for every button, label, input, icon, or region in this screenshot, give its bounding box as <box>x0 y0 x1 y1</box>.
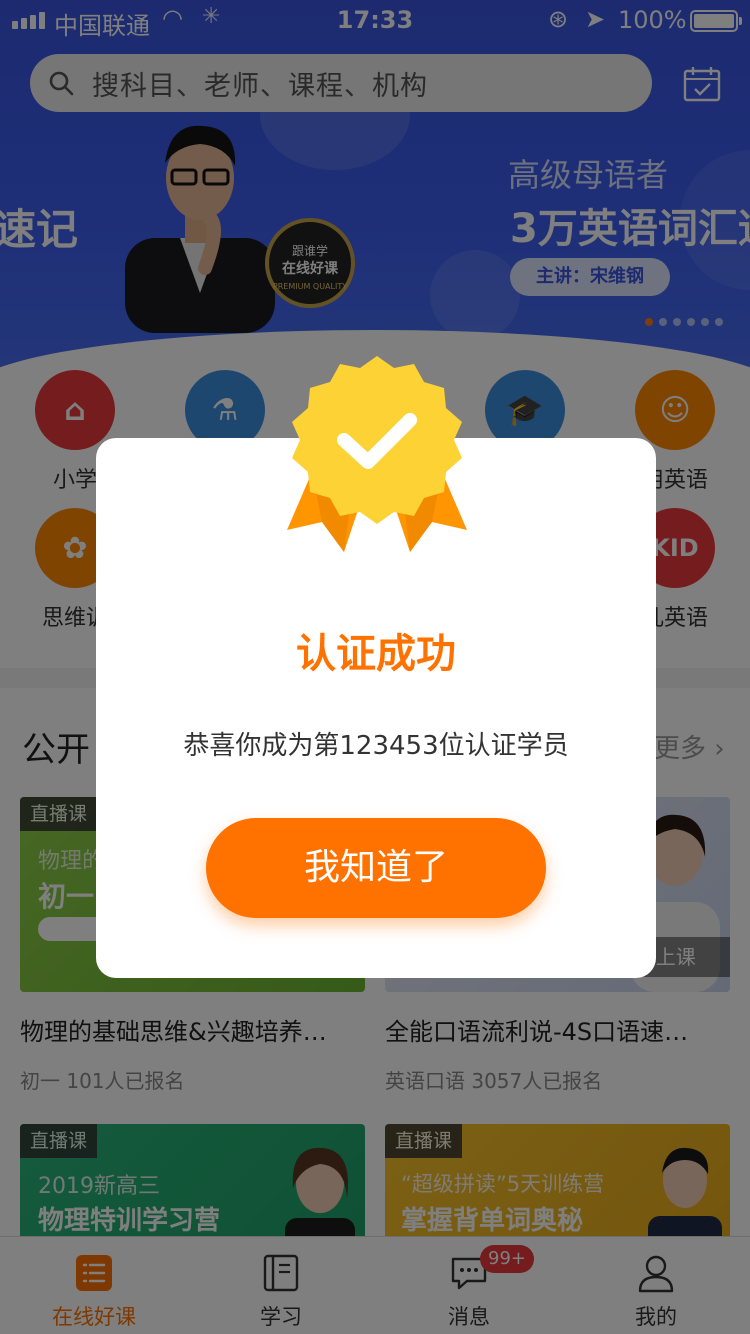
dialog-message: 恭喜你成为第123453位认证学员 <box>183 731 569 761</box>
certified-badge-icon <box>287 356 467 552</box>
confirm-button[interactable]: 我知道了 <box>206 818 546 918</box>
dialog-title: 认证成功 <box>296 631 456 677</box>
app-screen: 速记 跟谁学 在线好课 PREMIUM QUALITY 高级母语者 3万英语词汇… <box>0 0 750 1334</box>
